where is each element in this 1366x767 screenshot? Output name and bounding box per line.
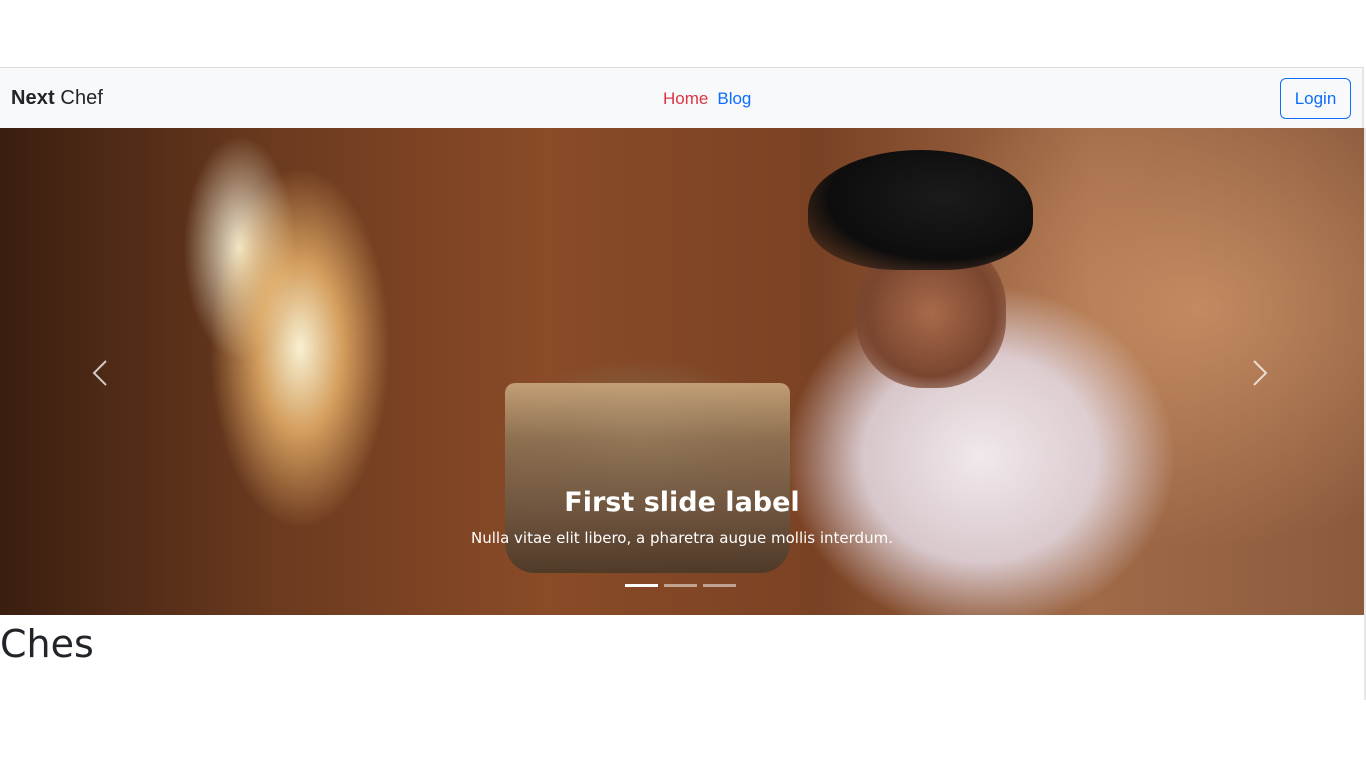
top-blank-area	[0, 0, 1366, 67]
hero-carousel: First slide label Nulla vitae elit liber…	[0, 128, 1364, 615]
chevron-left-icon	[92, 360, 107, 386]
nav-link-home[interactable]: Home	[663, 89, 708, 109]
nav-link-blog[interactable]: Blog	[717, 89, 751, 109]
section-heading: Ches	[0, 622, 94, 666]
carousel-caption: First slide label Nulla vitae elit liber…	[0, 483, 1364, 553]
carousel-indicators	[625, 584, 736, 587]
slide-title: First slide label	[564, 487, 800, 518]
brand-logo[interactable]: Next Chef	[11, 87, 103, 110]
nav-links: Home Blog	[663, 89, 751, 109]
chevron-right-icon	[1253, 360, 1268, 386]
slide-text: Nulla vitae elit libero, a pharetra augu…	[471, 529, 893, 547]
carousel-prev-button[interactable]	[84, 353, 114, 393]
brand-bold-text: Next	[11, 87, 55, 109]
carousel-next-button[interactable]	[1246, 353, 1276, 393]
navbar: Next Chef Home Blog Login	[0, 67, 1364, 128]
login-button[interactable]: Login	[1280, 78, 1351, 119]
carousel-indicator-1[interactable]	[625, 584, 658, 587]
chef-cap-shape	[808, 150, 1033, 270]
page: Next Chef Home Blog Login First slide la…	[0, 0, 1366, 767]
carousel-indicator-3[interactable]	[703, 584, 736, 587]
carousel-indicator-2[interactable]	[664, 584, 697, 587]
brand-normal-text: Chef	[54, 87, 104, 109]
